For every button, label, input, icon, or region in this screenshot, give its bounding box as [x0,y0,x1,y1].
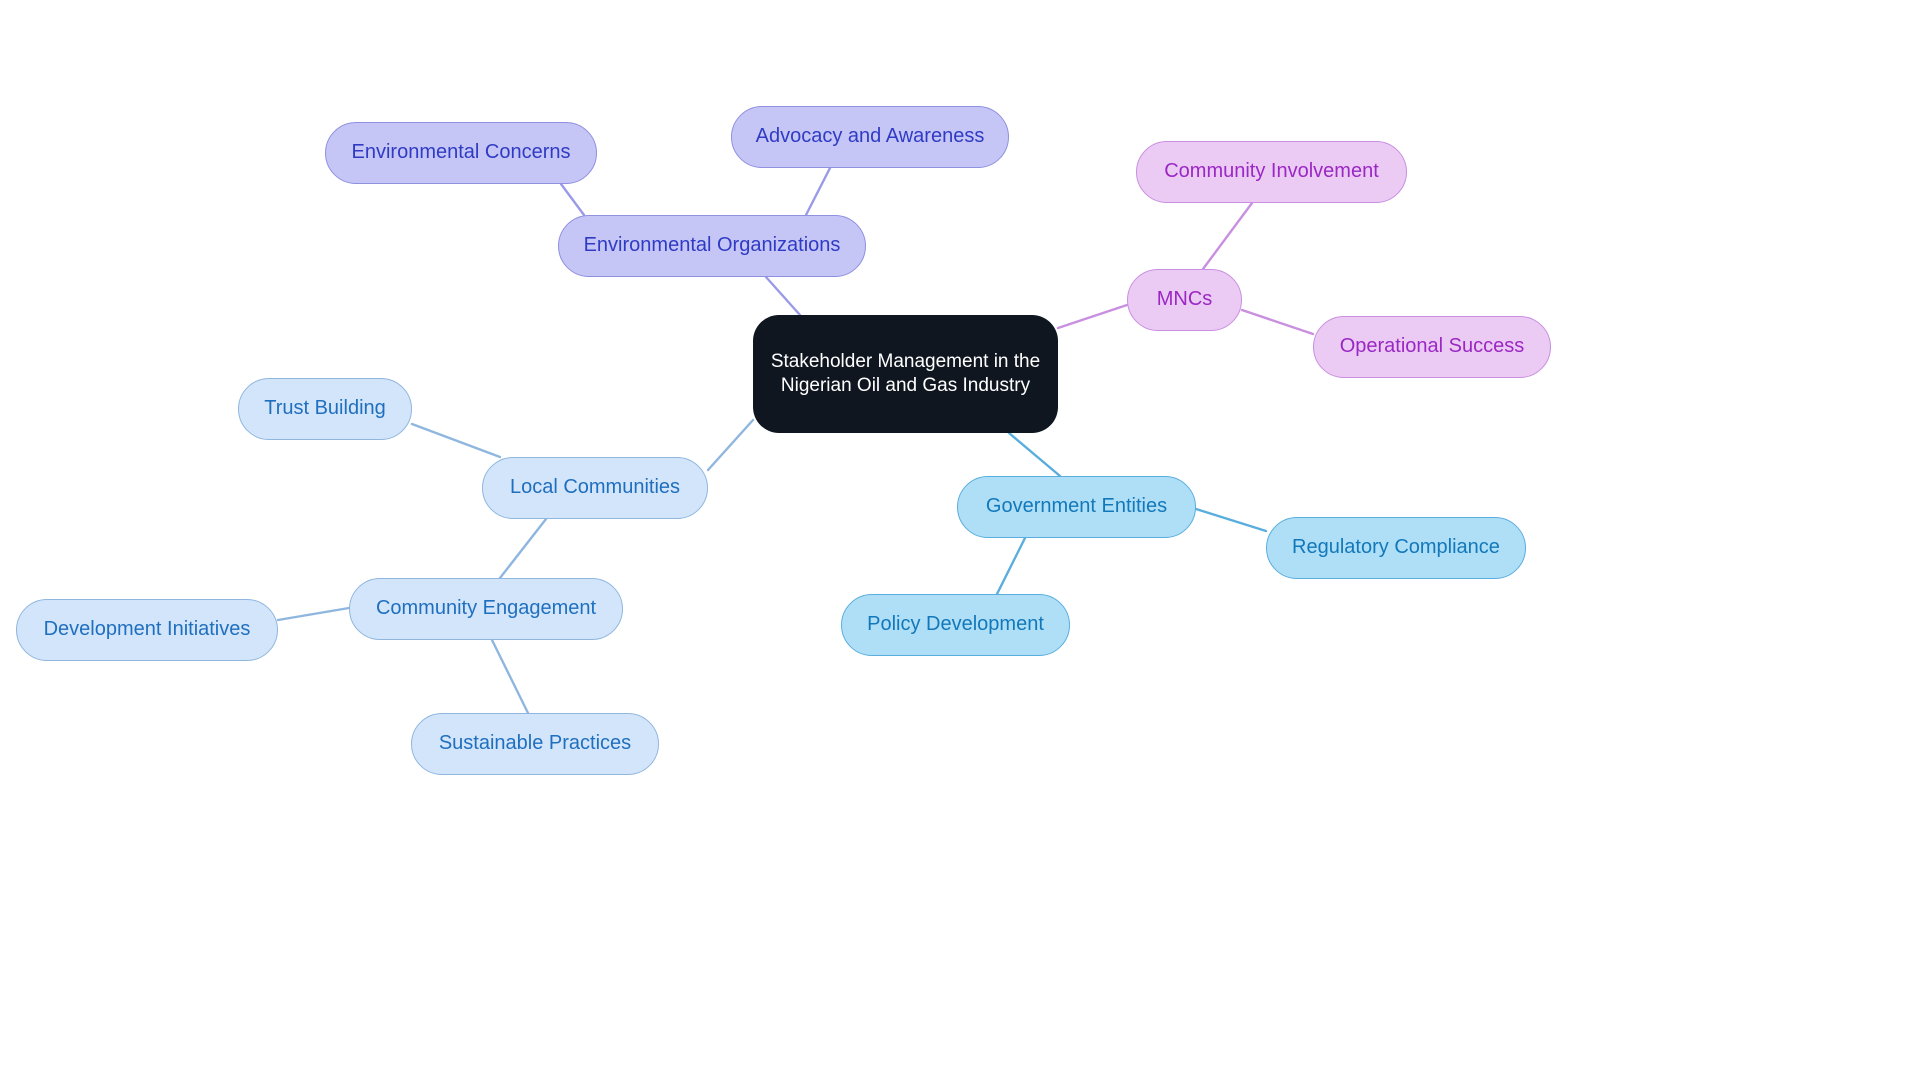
node-layer: Stakeholder Management in the Nigerian O… [0,0,1920,1083]
mindmap-node-local-communities[interactable]: Local Communities [482,457,708,519]
node-label-local-communities: Local Communities [509,476,681,499]
mindmap-node-development-initiatives[interactable]: Development Initiatives [16,599,278,661]
mindmap-node-operational-success[interactable]: Operational Success [1313,316,1551,378]
mindmap-node-root[interactable]: Stakeholder Management in the Nigerian O… [753,315,1058,433]
mindmap-node-environmental-concerns[interactable]: Environmental Concerns [325,122,597,184]
node-label-environmental-organizations: Environmental Organizations [583,234,841,257]
mindmap-node-mncs[interactable]: MNCs [1127,269,1242,331]
mindmap-node-policy-development[interactable]: Policy Development [841,594,1070,656]
node-label-sustainable-practices: Sustainable Practices [438,732,632,755]
mindmap-node-sustainable-practices[interactable]: Sustainable Practices [411,713,659,775]
node-label-operational-success: Operational Success [1339,335,1525,358]
node-label-mncs: MNCs [1156,288,1213,311]
mindmap-node-advocacy-and-awareness[interactable]: Advocacy and Awareness [731,106,1009,168]
node-label-trust-building: Trust Building [264,397,386,420]
mindmap-node-community-involvement[interactable]: Community Involvement [1136,141,1407,203]
mindmap-node-community-engagement[interactable]: Community Engagement [349,578,623,640]
node-label-environmental-concerns: Environmental Concerns [351,141,571,164]
node-label-government-entities: Government Entities [985,495,1168,518]
mindmap-node-trust-building[interactable]: Trust Building [238,378,412,440]
node-label-policy-development: Policy Development [867,613,1044,636]
node-label-advocacy-and-awareness: Advocacy and Awareness [755,125,985,148]
mindmap-node-government-entities[interactable]: Government Entities [957,476,1196,538]
mindmap-node-environmental-organizations[interactable]: Environmental Organizations [558,215,866,277]
node-label-community-engagement: Community Engagement [375,597,597,620]
node-label-root: Stakeholder Management in the Nigerian O… [770,350,1041,396]
mindmap-node-regulatory-compliance[interactable]: Regulatory Compliance [1266,517,1526,579]
node-label-community-involvement: Community Involvement [1164,160,1379,183]
mindmap-canvas: Stakeholder Management in the Nigerian O… [0,0,1920,1083]
node-label-development-initiatives: Development Initiatives [43,618,251,641]
node-label-regulatory-compliance: Regulatory Compliance [1292,536,1500,559]
